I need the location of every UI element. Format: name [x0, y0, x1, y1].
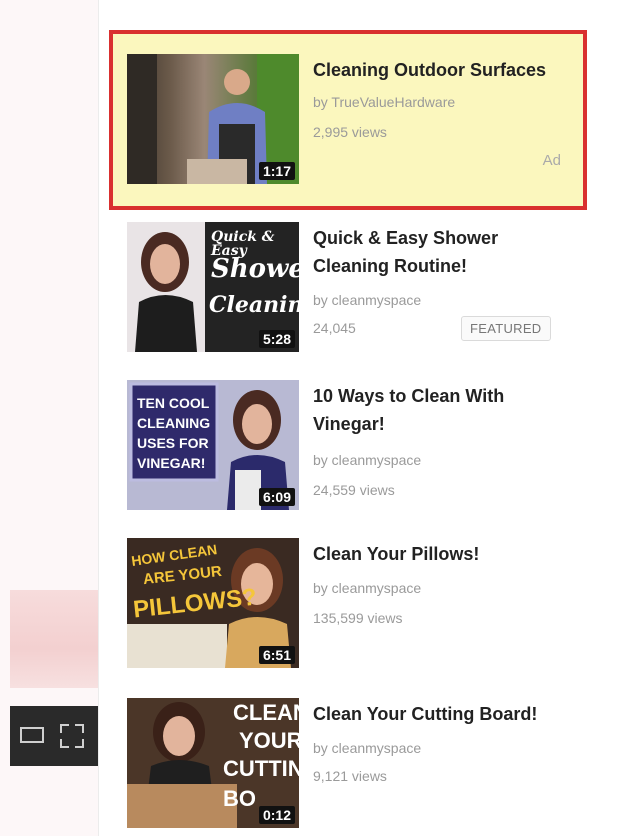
theater-mode-icon[interactable] [20, 727, 44, 743]
ad-label: Ad [542, 152, 561, 169]
thumbnail-text-line: TEN COOL [137, 395, 210, 411]
channel-name: by TrueValueHardware [313, 94, 456, 110]
thumbnail-text-line: CLEANING [137, 415, 211, 431]
related-videos-sidebar: 1:17 Cleaning Outdoor Surfaces by TrueVa… [98, 0, 617, 836]
video-thumbnail[interactable]: TEN COOL CLEANING USES FOR VINEGAR! 6:09 [127, 380, 299, 510]
thumbnail-text-line: VINEGAR! [137, 455, 206, 471]
view-count: 9,121 views [313, 768, 387, 784]
video-duration: 5:28 [258, 330, 295, 348]
video-duration: 0:12 [258, 806, 295, 824]
view-count: 24,045 [313, 320, 356, 336]
video-duration: 1:17 [258, 162, 295, 180]
channel-name: by cleanmyspace [313, 740, 422, 756]
video-title-line[interactable]: Vinegar! [313, 412, 573, 436]
view-count: 24,559 views [313, 482, 395, 498]
thumbnail-text-line: YOUR [239, 728, 299, 753]
thumbnail-text-line: USES FOR [137, 435, 209, 451]
video-title[interactable]: Clean Your Cutting Board! [313, 702, 613, 726]
video-title-line[interactable]: Cleaning Routine! [313, 254, 573, 278]
thumbnail-text-line: BO [223, 786, 256, 811]
video-title[interactable]: Clean Your Pillows! [313, 542, 573, 566]
video-thumbnail[interactable]: HOW CLEAN ARE YOUR PILLOWS? 6:51 [127, 538, 299, 668]
video-title-line[interactable]: Quick & Easy Shower [313, 226, 573, 250]
featured-badge: FEATURED [461, 316, 551, 341]
view-count: 135,599 views [313, 610, 403, 626]
video-thumbnail[interactable]: CLEAN YOUR CUTTING BO 0:12 [127, 698, 299, 828]
video-item[interactable]: CLEAN YOUR CUTTING BO 0:12 Clean Your Cu… [99, 698, 617, 828]
fullscreen-icon[interactable] [60, 724, 84, 748]
video-title-line[interactable]: 10 Ways to Clean With [313, 384, 573, 408]
channel-name: by cleanmyspace [313, 292, 422, 308]
thumbnail-text-line: CLEAN [233, 700, 299, 725]
video-duration: 6:09 [258, 488, 295, 506]
ad-thumbnail[interactable]: 1:17 [127, 54, 299, 184]
thumbnail-text-line: CUTTING [223, 756, 299, 781]
thumbnail-text-line: Cleaning [209, 292, 299, 318]
channel-name: by cleanmyspace [313, 452, 422, 468]
video-thumbnail[interactable]: Quick & Easy Shower Cleaning 5:28 [127, 222, 299, 352]
thumbnail-text-line: Shower [211, 254, 299, 284]
video-title[interactable]: Cleaning Outdoor Surfaces [313, 58, 573, 82]
channel-name: by cleanmyspace [313, 580, 422, 596]
video-player-frame [10, 590, 98, 688]
player-controls [10, 706, 98, 766]
ad-video-item[interactable]: 1:17 Cleaning Outdoor Surfaces by TrueVa… [99, 54, 617, 184]
video-item[interactable]: TEN COOL CLEANING USES FOR VINEGAR! 6:09… [99, 380, 617, 510]
view-count: 2,995 views [313, 124, 387, 140]
video-item[interactable]: HOW CLEAN ARE YOUR PILLOWS? 6:51 Clean Y… [99, 538, 617, 668]
video-duration: 6:51 [258, 646, 295, 664]
